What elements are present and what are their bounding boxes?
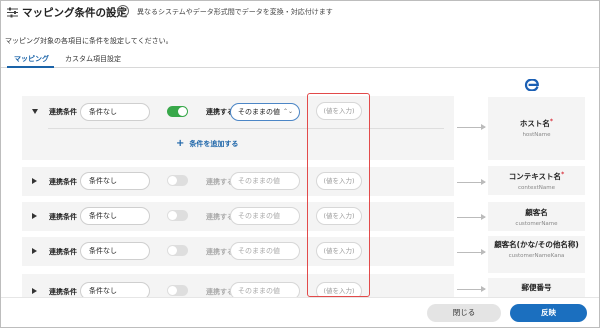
expand-caret-icon[interactable] xyxy=(32,288,37,294)
target-field-key: contextName xyxy=(518,185,555,191)
dialog-header: マッピング条件の設定 ? 異なるシステムやデータ形式間でデータを変換・対応付けま… xyxy=(1,1,599,25)
mapping-row-4: 連携条件 条件なし 連携する値 そのままの値 (値を入力) xyxy=(22,237,454,266)
settings-sliders-icon xyxy=(7,7,18,18)
mapping-arrow-icon xyxy=(457,124,486,130)
header-description: 異なるシステムやデータ形式間でデータを変換・対応付けます xyxy=(137,8,333,16)
value-mode-select[interactable]: そのままの値 xyxy=(230,172,300,190)
expand-caret-icon[interactable] xyxy=(32,248,37,254)
mapping-row-3: 連携条件 条件なし 連携する値 そのままの値 (値を入力) xyxy=(22,202,454,231)
condition-label: 連携条件 xyxy=(49,288,77,296)
toggle-knob xyxy=(168,286,177,295)
target-field-name: ホスト名* xyxy=(519,118,554,128)
value-mode-select[interactable]: そのままの値 xyxy=(230,242,300,260)
toggle-knob xyxy=(168,176,177,185)
mapping-arrow-icon xyxy=(457,286,486,292)
mapping-arrow-icon xyxy=(457,249,486,255)
dialog-footer: 閉じる 反映 xyxy=(1,297,599,327)
condition-select[interactable]: 条件なし xyxy=(80,242,150,260)
mapping-dialog: マッピング条件の設定 ? 異なるシステムやデータ形式間でデータを変換・対応付けま… xyxy=(0,0,600,328)
condition-label: 連携条件 xyxy=(49,178,77,186)
condition-select[interactable]: 条件なし xyxy=(80,207,150,225)
link-value-toggle[interactable] xyxy=(167,285,188,296)
condition-label: 連携条件 xyxy=(49,108,77,116)
link-value-toggle[interactable] xyxy=(167,245,188,256)
page-title: マッピング条件の設定 xyxy=(22,7,127,19)
tab-bar: マッピング カスタム項目設定 xyxy=(1,51,599,68)
link-value-toggle[interactable] xyxy=(167,175,188,186)
expand-caret-icon[interactable] xyxy=(32,178,37,184)
value-mode-select[interactable]: そのままの値 ⌃⌄ xyxy=(230,103,300,121)
value-mode-select[interactable]: そのままの値 xyxy=(230,207,300,225)
target-field-customer-name-kana: 顧客名(かな/その他名称) customerNameKana xyxy=(488,236,585,273)
mapping-row-2: 連携条件 条件なし 連携する値 そのままの値 (値を入力) xyxy=(22,167,454,196)
help-icon[interactable]: ? xyxy=(117,5,129,17)
active-tab-indicator xyxy=(7,66,54,68)
target-field-host: ホスト名* hostName xyxy=(488,97,585,160)
toggle-knob xyxy=(168,211,177,220)
target-field-key: customerName xyxy=(515,221,558,227)
service-logo-icon xyxy=(524,79,539,91)
target-field-name: 顧客名(かな/その他名称) xyxy=(494,240,579,249)
condition-select[interactable]: 条件なし xyxy=(80,172,150,190)
add-condition-label: 条件を追加する xyxy=(189,140,239,148)
apply-button[interactable]: 反映 xyxy=(510,304,587,322)
value-column-highlight xyxy=(307,93,370,297)
close-button[interactable]: 閉じる xyxy=(427,304,501,322)
target-field-name: 郵便番号 xyxy=(521,283,552,292)
target-field-context: コンテキスト名* contextName xyxy=(488,166,585,195)
add-condition-button[interactable]: + 条件を追加する xyxy=(176,138,238,149)
mapping-row-1: 連携条件 条件なし 連携する値 そのままの値 ⌃⌄ (値を入力) + 条件を追加する xyxy=(22,96,454,160)
toggle-knob xyxy=(178,107,187,116)
link-value-toggle[interactable] xyxy=(167,210,188,221)
condition-label: 連携条件 xyxy=(49,213,77,221)
mapping-arrow-icon xyxy=(457,179,486,185)
chevron-updown-icon: ⌃⌄ xyxy=(282,108,293,115)
instruction-text: マッピング対象の各項目に条件を設定してください。 xyxy=(5,37,173,45)
target-field-customer-name: 顧客名 customerName xyxy=(488,202,585,231)
expand-caret-icon[interactable] xyxy=(32,213,37,219)
plus-icon: + xyxy=(176,138,185,149)
row-divider xyxy=(48,128,444,129)
target-field-key: customerNameKana xyxy=(508,253,565,259)
toggle-knob xyxy=(168,246,177,255)
target-field-postal-code: 郵便番号 xyxy=(488,278,585,297)
collapse-caret-icon[interactable] xyxy=(32,109,38,114)
condition-label: 連携条件 xyxy=(49,248,77,256)
condition-select[interactable]: 条件なし xyxy=(80,103,150,121)
required-mark: * xyxy=(561,171,565,178)
required-mark: * xyxy=(549,118,554,125)
value-mode-text: そのままの値 xyxy=(238,108,280,116)
target-field-name: コンテキスト名* xyxy=(508,171,565,181)
target-field-name: 顧客名 xyxy=(525,208,548,217)
link-value-toggle[interactable] xyxy=(167,106,188,117)
mapping-arrow-icon xyxy=(457,214,486,220)
target-field-key: hostName xyxy=(522,132,551,138)
tab-mapping[interactable]: マッピング xyxy=(14,54,49,64)
tab-custom-fields[interactable]: カスタム項目設定 xyxy=(65,54,121,64)
